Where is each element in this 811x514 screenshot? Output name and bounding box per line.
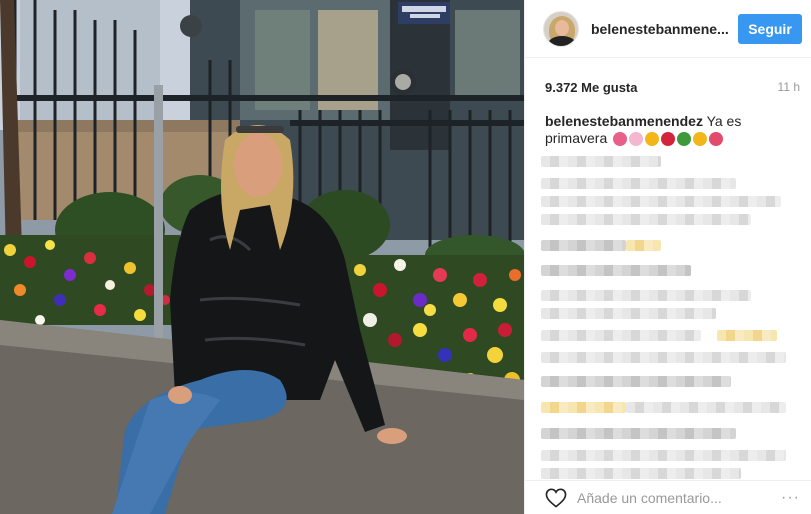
sunflower-icon xyxy=(693,132,708,147)
four-leaf-clover-icon xyxy=(677,132,692,147)
blurred-comment xyxy=(541,178,736,189)
username-link[interactable]: belenestebanmene... xyxy=(591,21,728,37)
post-header: belenestebanmene... Seguir xyxy=(525,0,811,58)
blurred-comment xyxy=(541,402,626,413)
blurred-comment xyxy=(541,290,751,301)
hibiscus-icon xyxy=(709,132,724,147)
caption: belenestebanmenendez Ya es primavera xyxy=(545,113,795,147)
caption-emojis xyxy=(613,132,724,147)
blurred-comment xyxy=(626,402,786,413)
blurred-comment xyxy=(541,308,716,319)
comment-input[interactable] xyxy=(577,489,782,506)
tulip-icon xyxy=(613,132,628,147)
blurred-comment xyxy=(541,330,701,341)
cherry-blossom-icon xyxy=(629,132,644,147)
likes-row: 9.372 Me gusta 11 h xyxy=(545,80,800,95)
post-photo[interactable] xyxy=(0,0,524,514)
blurred-comment xyxy=(541,428,736,439)
comment-footer: ··· xyxy=(525,480,811,514)
rose-icon xyxy=(661,132,676,147)
blurred-comment xyxy=(626,240,661,251)
blurred-comment xyxy=(541,214,751,225)
more-options-icon[interactable]: ··· xyxy=(781,489,800,507)
blurred-comment xyxy=(717,330,777,341)
timestamp[interactable]: 11 h xyxy=(778,80,800,95)
sunflower-icon xyxy=(645,132,660,147)
blurred-comment xyxy=(541,156,661,167)
avatar[interactable] xyxy=(543,10,579,47)
blurred-comment xyxy=(541,196,781,207)
post-side-panel: belenestebanmene... Seguir 9.372 Me gust… xyxy=(524,0,811,514)
likes-count[interactable]: 9.372 Me gusta xyxy=(545,80,638,95)
blurred-comment xyxy=(541,240,626,251)
blurred-comment xyxy=(541,265,691,276)
blurred-comment xyxy=(541,352,786,363)
follow-button[interactable]: Seguir xyxy=(738,13,802,44)
blurred-comment xyxy=(541,450,786,461)
comments-list xyxy=(541,150,803,480)
caption-username[interactable]: belenestebanmenendez xyxy=(545,113,703,129)
blurred-comment xyxy=(541,468,741,479)
avatar-face xyxy=(555,19,569,36)
blurred-comment xyxy=(541,376,731,387)
photo-scene xyxy=(0,0,524,514)
heart-icon[interactable] xyxy=(545,488,567,508)
